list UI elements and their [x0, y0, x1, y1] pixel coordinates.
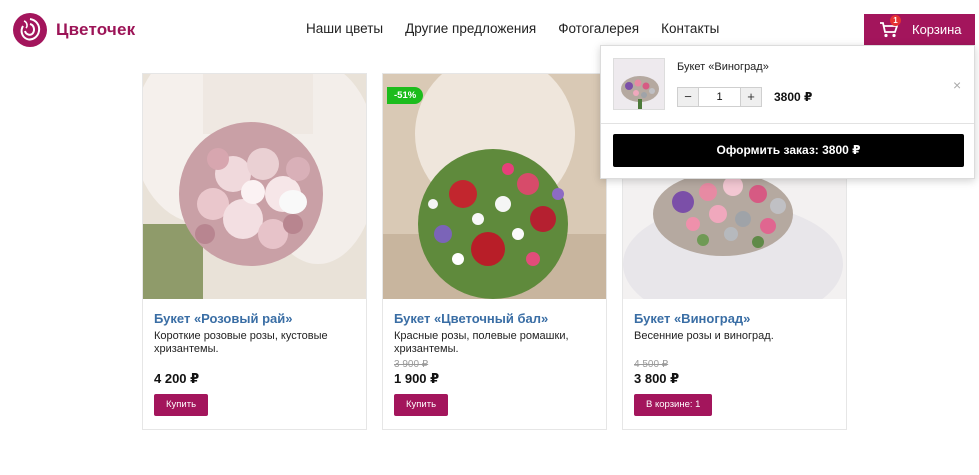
buy-button[interactable]: Купить	[394, 394, 449, 416]
product-description: Красные розы, полевые ромашки, хризантем…	[394, 330, 569, 355]
nav-item-contacts[interactable]: Контакты	[661, 21, 719, 36]
cart-item-name[interactable]: Букет «Виноград»	[677, 61, 769, 73]
product-price: 1 900 ₽	[394, 371, 440, 386]
product-photo[interactable]	[143, 74, 366, 299]
cart-popup: Букет «Виноград» − 1 + 3800 ₽ × Оформить…	[600, 45, 975, 179]
checkout-button[interactable]: Оформить заказ: 3800 ₽	[613, 134, 964, 167]
cart-count-badge: 1	[890, 14, 901, 26]
product-price: 4 200 ₽	[154, 371, 200, 386]
product-description: Короткие розовые розы, кустовые хризанте…	[154, 330, 328, 355]
main-nav: Наши цветы Другие предложения Фотогалере…	[306, 21, 741, 36]
product-title[interactable]: Букет «Цветочный бал»	[394, 311, 548, 326]
nav-item-our-flowers[interactable]: Наши цветы	[306, 21, 383, 36]
product-photo[interactable]: -51%	[383, 74, 606, 299]
logo[interactable]: Цветочек	[12, 12, 135, 48]
remove-item-icon[interactable]: ×	[953, 77, 961, 93]
cart-item-thumbnail	[613, 58, 665, 110]
cart-item-price: 3800 ₽	[774, 90, 813, 104]
product-title[interactable]: Букет «Розовый рай»	[154, 311, 292, 326]
quantity-increase-button[interactable]: +	[741, 88, 761, 106]
product-title[interactable]: Букет «Виноград»	[634, 311, 750, 326]
shopping-cart-icon: 1	[880, 14, 901, 38]
product-old-price: 4 500 ₽	[634, 359, 669, 370]
nav-item-gallery[interactable]: Фотогалерея	[558, 21, 639, 36]
quantity-stepper: − 1 +	[677, 87, 762, 107]
quantity-input[interactable]: 1	[698, 88, 741, 106]
in-cart-button[interactable]: В корзине: 1	[634, 394, 713, 416]
brand-name: Цветочек	[56, 20, 136, 39]
nav-item-other-offers[interactable]: Другие предложения	[405, 21, 536, 36]
divider	[601, 123, 974, 124]
product-old-price: 3 900 ₽	[394, 359, 429, 370]
buy-button[interactable]: Купить	[154, 394, 209, 416]
cart-button[interactable]: 1 Корзина	[864, 14, 975, 45]
cart-button-label: Корзина	[912, 22, 962, 37]
rose-logo-icon	[13, 13, 47, 47]
product-card: -51% Букет «Цветочный бал» Красные розы,…	[382, 73, 607, 430]
product-price: 3 800 ₽	[634, 371, 680, 386]
product-card: Букет «Розовый рай» Короткие розовые роз…	[142, 73, 367, 430]
discount-badge: -51%	[387, 87, 424, 104]
product-description: Весенние розы и виноград.	[634, 330, 774, 342]
quantity-decrease-button[interactable]: −	[678, 88, 698, 106]
